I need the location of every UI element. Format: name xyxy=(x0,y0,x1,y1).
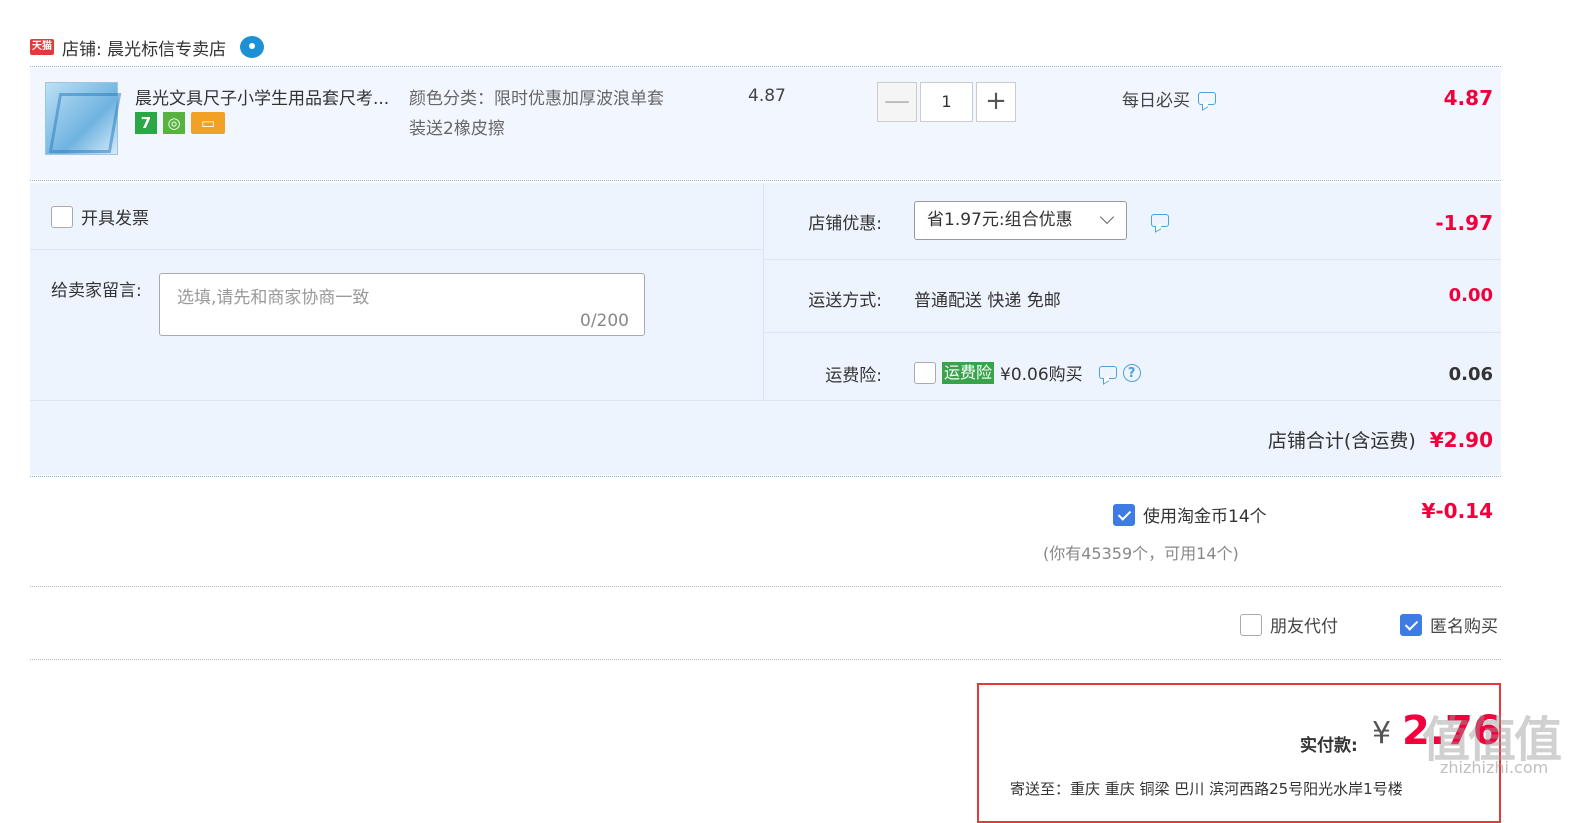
watermark-site: zhizhizhi.com xyxy=(1440,758,1549,777)
anonymous-label: 匿名购买 xyxy=(1430,617,1498,637)
item-subtotal: 4.87 xyxy=(1443,86,1493,110)
coin-label: 使用淘金币14个 xyxy=(1143,507,1267,527)
message-label: 给卖家留言: xyxy=(51,281,142,301)
shipping-cost: 0.00 xyxy=(1448,285,1493,306)
divider xyxy=(30,586,1501,587)
divider xyxy=(764,332,1501,333)
divider xyxy=(30,476,1501,477)
unit-price: 4.87 xyxy=(748,86,786,106)
anonymous-option[interactable]: 匿名购买 xyxy=(1400,612,1498,637)
payment-label: 实付款: xyxy=(1300,736,1358,756)
currency-symbol: ¥ xyxy=(1372,716,1392,751)
invoice-option[interactable]: 开具发票 xyxy=(51,204,149,229)
coupon-value: 省1.97元:组合优惠 xyxy=(927,210,1073,230)
insurance-tag: 运费险 xyxy=(942,361,995,384)
shop-total: 店铺合计(含运费) ¥2.90 xyxy=(1268,426,1493,453)
friend-pay-label: 朋友代付 xyxy=(1270,617,1338,637)
message-char-count: 0/200 xyxy=(580,311,629,331)
sku-line-2: 装送2橡皮擦 xyxy=(409,119,505,139)
divider xyxy=(30,249,763,250)
coupon-select[interactable]: 省1.97元:组合优惠 xyxy=(914,201,1127,240)
comment-icon[interactable] xyxy=(1151,214,1169,227)
wangwang-chat-icon[interactable] xyxy=(240,36,265,58)
coin-checkbox[interactable] xyxy=(1113,503,1135,526)
shop-total-label: 店铺合计(含运费) xyxy=(1267,430,1416,452)
shop-header: 天猫 店铺: 晨光标信专卖店 xyxy=(30,34,265,60)
coupon-label: 店铺优惠: xyxy=(808,214,882,234)
promo-tag: 每日必买 xyxy=(1122,86,1216,111)
insurance-cost: 0.06 xyxy=(1448,364,1493,385)
shipping-method: 普通配送 快递 免邮 xyxy=(914,291,1061,311)
friend-pay-checkbox[interactable] xyxy=(1240,613,1262,636)
invoice-checkbox[interactable] xyxy=(51,205,73,228)
increase-button[interactable]: + xyxy=(976,82,1016,122)
divider xyxy=(30,180,1501,181)
decrease-button[interactable]: — xyxy=(877,82,917,122)
credit-card-icon[interactable]: ▭ xyxy=(191,112,225,134)
comment-icon[interactable] xyxy=(1198,92,1216,105)
chevron-down-icon xyxy=(1099,209,1115,225)
product-title[interactable]: 晨光文具尺子小学生用品套尺考... xyxy=(135,84,405,109)
guarantee-icon[interactable]: ◎ xyxy=(163,112,185,134)
sku-line-1: 颜色分类：限时优惠加厚波浪单套 xyxy=(409,89,664,109)
product-thumbnail[interactable] xyxy=(45,82,118,155)
quantity-stepper: — 1 + xyxy=(877,82,1016,122)
friend-pay-option[interactable]: 朋友代付 xyxy=(1240,612,1338,637)
message-placeholder: 选填,请先和商家协商一致 xyxy=(177,288,370,308)
coin-balance: (你有45359个，可用14个) xyxy=(1043,544,1239,563)
coupon-discount: -1.97 xyxy=(1435,211,1493,235)
divider xyxy=(764,259,1501,260)
coin-option[interactable]: 使用淘金币14个 xyxy=(1113,502,1267,527)
shop-total-value: ¥2.90 xyxy=(1429,428,1493,452)
shipping-label: 运送方式: xyxy=(808,291,882,311)
comment-icon[interactable] xyxy=(1098,366,1117,379)
divider xyxy=(30,659,1501,660)
divider xyxy=(30,400,1501,401)
insurance-price: ¥0.06购买 xyxy=(1000,365,1083,385)
coin-discount: ¥-0.14 xyxy=(1421,499,1493,523)
tmall-logo-icon: 天猫 xyxy=(30,39,54,55)
quantity-input[interactable]: 1 xyxy=(920,82,973,122)
help-icon[interactable]: ? xyxy=(1122,363,1141,382)
invoice-label: 开具发票 xyxy=(81,209,149,229)
anonymous-checkbox[interactable] xyxy=(1400,613,1422,636)
seven-day-return-icon[interactable]: 7 xyxy=(135,112,157,134)
sku-info: 颜色分类：限时优惠加厚波浪单套 装送2橡皮擦 xyxy=(409,84,709,144)
shipping-address: 寄送至：重庆 重庆 铜梁 巴川 滨河西路25号阳光水岸1号楼 xyxy=(1010,780,1403,798)
insurance-label: 运费险: xyxy=(825,366,882,386)
service-badges: 7 ◎ ▭ xyxy=(135,112,225,134)
insurance-option: 运费险 ¥0.06购买 ? xyxy=(914,360,1141,385)
shop-name[interactable]: 店铺: 晨光标信专卖店 xyxy=(62,35,226,60)
promo-label: 每日必买 xyxy=(1122,91,1190,111)
divider xyxy=(30,66,1501,67)
insurance-checkbox[interactable] xyxy=(914,361,936,384)
